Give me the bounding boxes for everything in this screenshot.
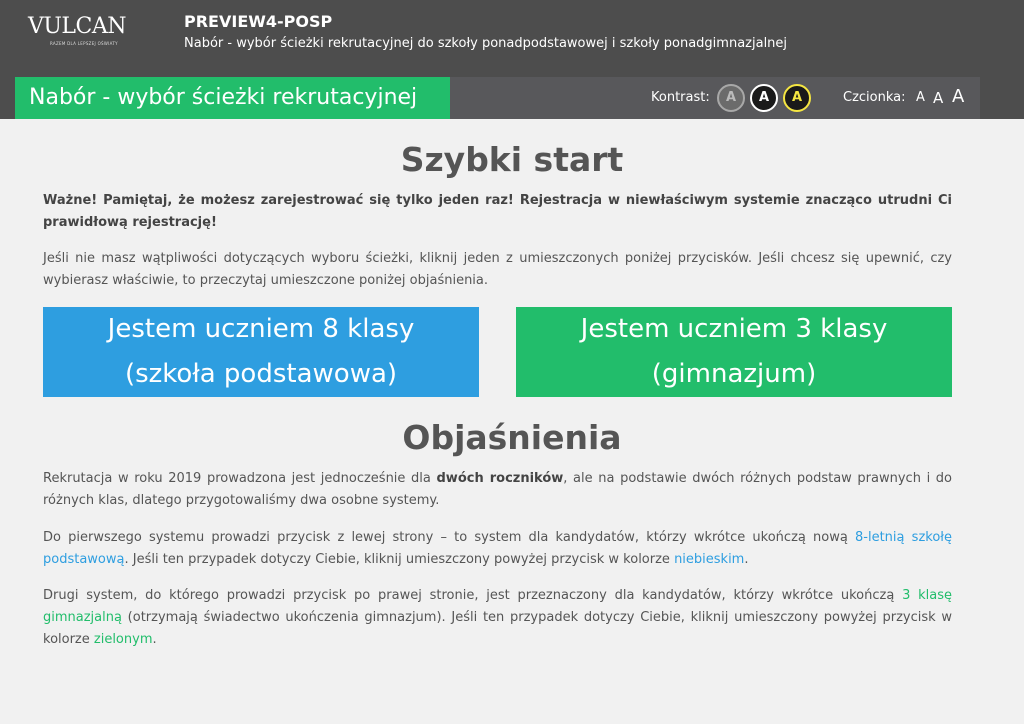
p2-color-word: niebieskim (674, 552, 745, 567)
quick-start-heading: Szybki start (400, 140, 624, 179)
primary-school-button[interactable]: Jestem uczniem 8 klasy (szkoła podstawow… (43, 307, 479, 397)
section-title: Nabór - wybór ścieżki rekrutacyjnej (15, 77, 450, 119)
contrast-label: Kontrast: (651, 90, 710, 105)
logo-text: VULCAN (28, 14, 127, 39)
contrast-white-button[interactable]: A (750, 84, 778, 112)
middle-school-button-line2: (gimnazjum) (651, 359, 817, 389)
explanation-paragraph-3: Drugi system, do którego prowadzi przyci… (43, 585, 952, 651)
explanation-paragraph-1: Rekrutacja w roku 2019 prowadzona jest j… (43, 468, 952, 512)
font-size-label: Czcionka: (843, 90, 906, 105)
middle-school-button[interactable]: Jestem uczniem 3 klasy (gimnazjum) (516, 307, 952, 397)
p2-text-b: . Jeśli ten przypadek dotyczy Ciebie, kl… (124, 552, 675, 567)
contrast-default-button[interactable]: A (717, 84, 745, 112)
p2-text-c: . (744, 552, 749, 567)
important-notice: Ważne! Pamiętaj, że możesz zarejestrować… (43, 193, 952, 230)
p1-strong: dwóch roczników (436, 471, 564, 486)
primary-school-button-line1: Jestem uczniem 8 klasy (107, 314, 415, 344)
app-title: PREVIEW4-POSP (184, 12, 333, 31)
explanation-paragraph-2: Do pierwszego systemu prowadzi przycisk … (43, 527, 952, 571)
app-subtitle: Nabór - wybór ścieżki rekrutacyjnej do s… (184, 36, 788, 51)
intro-text: Jeśli nie masz wątpliwości dotyczących w… (43, 251, 952, 288)
font-medium-button[interactable]: A (933, 77, 943, 119)
section-bar: Nabór - wybór ścieżki rekrutacyjnej Kont… (15, 77, 980, 119)
contrast-yellow-button[interactable]: A (783, 84, 811, 112)
p1-text-a: Rekrutacja w roku 2019 prowadzona jest j… (43, 471, 437, 486)
font-large-button[interactable]: A (952, 76, 964, 118)
p2-text-a: Do pierwszego systemu prowadzi przycisk … (43, 530, 856, 545)
primary-school-button-line2: (szkoła podstawowa) (124, 359, 398, 389)
explanations-heading: Objaśnienia (402, 418, 622, 457)
p3-text-a: Drugi system, do którego prowadzi przyci… (43, 588, 903, 603)
logo-tagline: RAZEM DLA LEPSZEJ OŚWIATY (50, 41, 118, 46)
font-small-button[interactable]: A (916, 77, 925, 119)
middle-school-button-line1: Jestem uczniem 3 klasy (580, 314, 888, 344)
p3-text-c: . (152, 632, 157, 647)
p3-text-b: (otrzymają świadectwo ukończenia gimnazj… (43, 610, 952, 647)
vulcan-logo[interactable]: VULCAN RAZEM DLA LEPSZEJ OŚWIATY (28, 14, 128, 54)
p3-color-word: zielonym (93, 632, 153, 647)
